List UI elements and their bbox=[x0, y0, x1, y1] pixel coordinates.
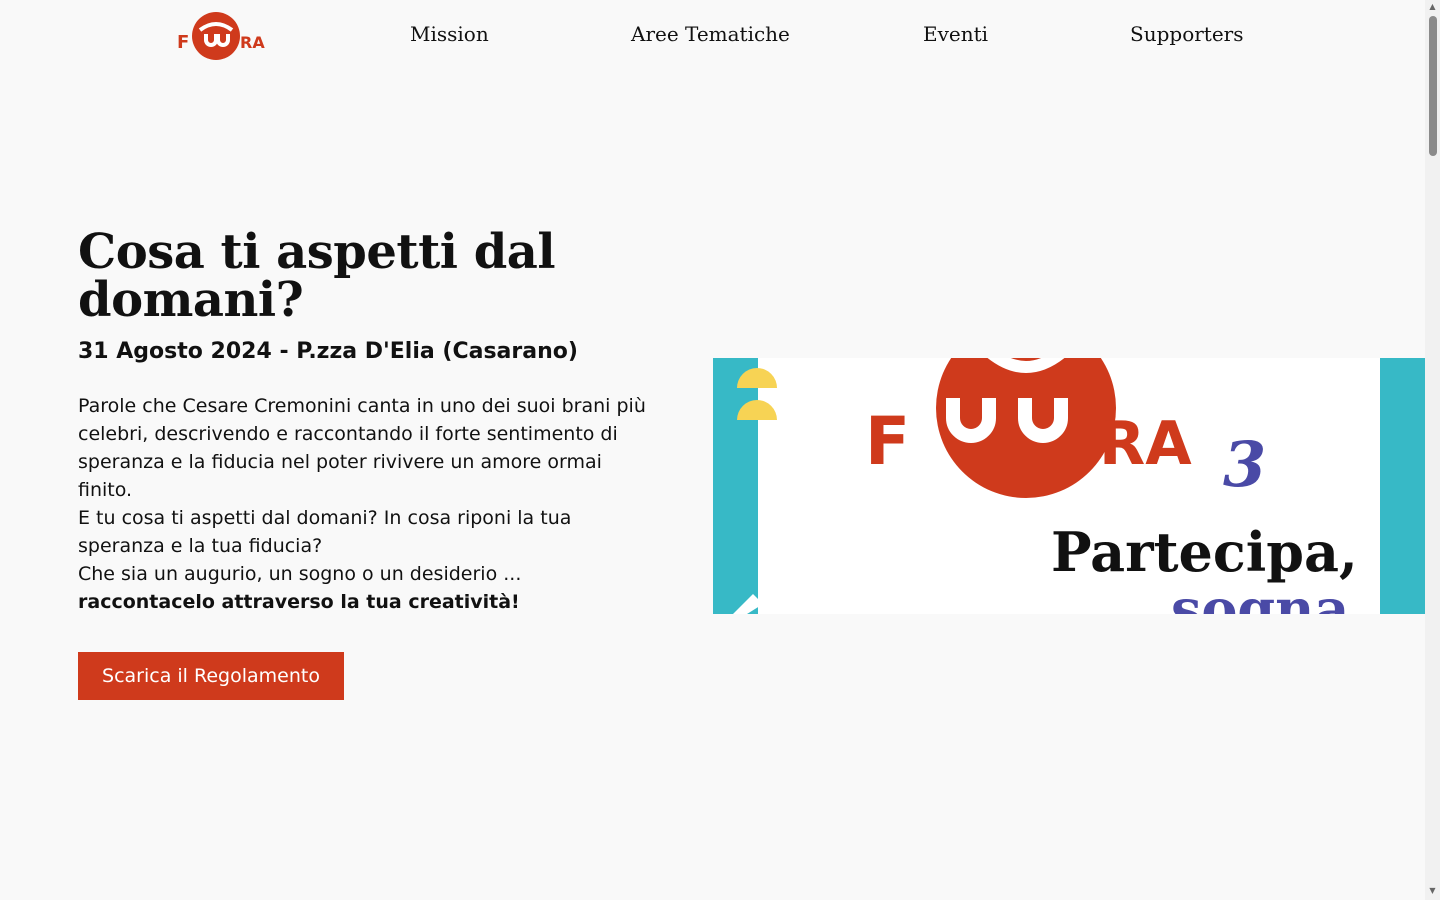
hero-description: Parole che Cesare Cremonini canta in uno… bbox=[78, 392, 648, 616]
event-poster: F RA 3 Partecipa, sogna bbox=[713, 358, 1425, 614]
futura-logo-mark: F RA bbox=[177, 12, 265, 60]
nav-aree-tematiche[interactable]: Aree Tematiche bbox=[631, 22, 790, 46]
page-scrollbar[interactable]: ▲ ▼ bbox=[1425, 0, 1440, 900]
poster-headline: Partecipa, bbox=[1051, 520, 1358, 584]
svg-text:F: F bbox=[177, 32, 189, 53]
hero-title: Cosa ti aspetti dal domani? bbox=[78, 224, 556, 328]
hero-emphasis: raccontacelo attraverso la tua creativit… bbox=[78, 591, 520, 613]
scrollbar-thumb[interactable] bbox=[1429, 16, 1437, 156]
site-header: F RA Mission Aree Tematiche Eventi Suppo… bbox=[0, 0, 1425, 72]
nav-mission[interactable]: Mission bbox=[410, 22, 489, 46]
hero-paragraph: E tu cosa ti aspetti dal domani? In cosa… bbox=[78, 507, 572, 557]
nav-supporters[interactable]: Supporters bbox=[1130, 22, 1244, 46]
download-rules-button[interactable]: Scarica il Regolamento bbox=[78, 652, 344, 700]
svg-text:F: F bbox=[865, 403, 910, 480]
hero-paragraph: Che sia un augurio, un sogno o un deside… bbox=[78, 563, 522, 585]
chevron-up-icon[interactable]: ▲ bbox=[1425, 0, 1440, 14]
poster-logo-suffix: RA bbox=[1099, 409, 1192, 479]
chevron-down-icon[interactable]: ▼ bbox=[1425, 884, 1440, 898]
poster-edition: 3 bbox=[1223, 428, 1266, 501]
hero-paragraph: Parole che Cesare Cremonini canta in uno… bbox=[78, 395, 646, 501]
nav-eventi[interactable]: Eventi bbox=[923, 22, 988, 46]
svg-text:RA: RA bbox=[240, 33, 265, 52]
poster-artwork: F RA 3 Partecipa, sogna bbox=[733, 358, 1380, 614]
event-date-location: 31 Agosto 2024 - P.zza D'Elia (Casarano) bbox=[78, 339, 578, 364]
poster-headline-2: sogna bbox=[1171, 577, 1349, 614]
futura-logo[interactable]: F RA bbox=[176, 10, 276, 62]
